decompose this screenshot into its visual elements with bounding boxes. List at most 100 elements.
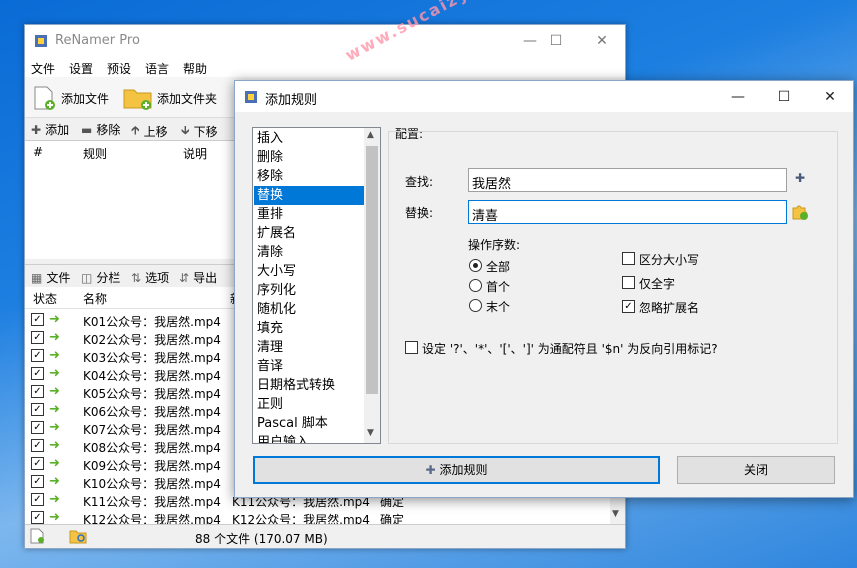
rules-col-num[interactable]: #	[33, 145, 43, 159]
file-checkbox[interactable]: ✓	[31, 475, 44, 488]
file-checkbox[interactable]: ✓	[31, 367, 44, 380]
add-rule-toolbar-button[interactable]: ✚ 添加	[31, 121, 69, 138]
rename-arrow-icon: ➜	[49, 456, 60, 471]
rule-list-item[interactable]: 扩展名	[254, 224, 365, 243]
rules-table[interactable]: # 规则 说明	[25, 140, 235, 259]
dialog-minimize-button[interactable]: —	[715, 81, 761, 113]
wildcards-checkbox[interactable]	[405, 341, 418, 354]
rules-col-rule[interactable]: 规则	[83, 145, 107, 162]
rule-list-item[interactable]: 清除	[254, 243, 365, 262]
rule-list-item[interactable]: 用户输入	[254, 433, 365, 443]
menu-language[interactable]: 语言	[145, 60, 169, 77]
menu-settings[interactable]: 设置	[69, 60, 93, 77]
new-file-icon[interactable]	[29, 528, 45, 544]
files-col-state[interactable]: 状态	[33, 290, 57, 307]
add-folders-button[interactable]: 添加文件夹	[123, 85, 217, 111]
file-name: K08公众号：我居然.mp4	[83, 441, 221, 455]
occurrence-first-label[interactable]: 首个	[486, 278, 510, 295]
file-checkbox[interactable]: ✓	[31, 493, 44, 506]
rule-list-item[interactable]: 大小写	[254, 262, 365, 281]
minus-icon: ▬	[81, 122, 93, 137]
files-menu-button[interactable]: ▦ 文件	[31, 269, 70, 286]
rule-list-item[interactable]: 替换	[254, 186, 365, 205]
arrow-down-icon: 🡳	[181, 123, 190, 137]
files-col-name[interactable]: 名称	[83, 290, 107, 307]
preview-folder-icon[interactable]	[69, 528, 87, 544]
find-label: 查找:	[405, 175, 434, 189]
file-checkbox[interactable]: ✓	[31, 385, 44, 398]
menu-presets[interactable]: 预设	[107, 60, 131, 77]
occurrence-last-radio[interactable]	[469, 299, 482, 312]
replace-input[interactable]: 清喜	[468, 200, 787, 224]
rule-list-item[interactable]: 填充	[254, 319, 365, 338]
scroll-up-icon[interactable]: ▲	[367, 130, 374, 140]
file-checkbox[interactable]: ✓	[31, 439, 44, 452]
close-window-button[interactable]: ✕	[579, 25, 625, 57]
file-name: K02公众号：我居然.mp4	[83, 333, 221, 347]
whole-words-label[interactable]: 仅全字	[639, 275, 675, 292]
options-menu-button[interactable]: ⇅ 选项	[131, 269, 169, 286]
occurrence-all-radio[interactable]	[469, 259, 482, 272]
rule-type-list[interactable]: 用户输入 Pascal 脚本 正则 日期格式转换 音译 清理 填充 随机化 序列化 大小写 清除 扩展…	[252, 127, 381, 444]
file-name: K09公众号：我居然.mp4	[83, 459, 221, 473]
find-input[interactable]: 我居然	[468, 168, 787, 192]
file-checkbox[interactable]: ✓	[31, 403, 44, 416]
rule-list-item[interactable]: 正则	[254, 395, 365, 414]
scroll-down-icon[interactable]: ▼	[367, 428, 374, 438]
insert-meta-tag-puzzle-icon[interactable]	[791, 203, 809, 221]
occurrence-first-radio[interactable]	[469, 279, 482, 292]
rule-list-scrollbar[interactable]: ▲ ▼	[364, 128, 380, 443]
move-down-button[interactable]: 🡳 下移	[181, 121, 218, 142]
file-checkbox[interactable]: ✓	[31, 349, 44, 362]
file-row[interactable]: ✓ ➜ K12公众号：我居然.mp4 K12公众号：我居然.mp4 确定	[25, 509, 610, 524]
rules-col-desc[interactable]: 说明	[183, 145, 207, 162]
add-folder-icon	[123, 89, 152, 110]
rule-list-item[interactable]: 音译	[254, 357, 365, 376]
rule-list-item[interactable]: 序列化	[254, 281, 365, 300]
rule-list-item[interactable]: 清理	[254, 338, 365, 357]
remove-rule-button[interactable]: ▬ 移除	[81, 121, 120, 138]
rule-list-item[interactable]: 日期格式转换	[254, 376, 365, 395]
rule-list-item[interactable]: 插入	[254, 129, 365, 148]
add-files-button[interactable]: 添加文件	[31, 85, 109, 111]
menu-file[interactable]: 文件	[31, 60, 55, 77]
occurrences-label: 操作序数:	[468, 238, 521, 252]
dialog-title-bar: 添加规则 — ☐ ✕	[235, 81, 853, 112]
options-icon: ⇅	[131, 270, 142, 285]
rule-list-item[interactable]: Pascal 脚本	[254, 414, 365, 433]
insert-meta-tag-icon[interactable]: ✚	[795, 171, 805, 185]
move-up-button[interactable]: 🡱 上移	[131, 121, 168, 142]
occurrence-all-label[interactable]: 全部	[486, 258, 510, 275]
case-sensitive-label[interactable]: 区分大小写	[639, 251, 699, 268]
maximize-button[interactable]: ☐	[533, 25, 579, 57]
whole-words-checkbox[interactable]	[622, 276, 635, 289]
add-rule-button[interactable]: ✚ 添加规则	[253, 456, 660, 484]
file-checkbox[interactable]: ✓	[31, 331, 44, 344]
file-name: K05公众号：我居然.mp4	[83, 387, 221, 401]
columns-menu-button[interactable]: ◫ 分栏	[81, 269, 120, 286]
rule-list-item[interactable]: 重排	[254, 205, 365, 224]
file-checkbox[interactable]: ✓	[31, 457, 44, 470]
menu-help[interactable]: 帮助	[183, 60, 207, 77]
rename-arrow-icon: ➜	[49, 330, 60, 345]
wildcards-label[interactable]: 设定 '?'、'*'、'['、']' 为通配符且 '$n' 为反向引用标记?	[422, 340, 718, 357]
close-button[interactable]: 关闭	[677, 456, 835, 484]
rule-list-item[interactable]: 删除	[254, 148, 365, 167]
add-file-icon	[34, 86, 55, 110]
file-checkbox[interactable]: ✓	[31, 511, 44, 524]
case-sensitive-checkbox[interactable]	[622, 252, 635, 265]
occurrence-last-label[interactable]: 末个	[486, 298, 510, 315]
rule-list-item[interactable]: 移除	[254, 167, 365, 186]
file-checkbox[interactable]: ✓	[31, 313, 44, 326]
dialog-maximize-button[interactable]: ☐	[761, 81, 807, 113]
file-name: K04公众号：我居然.mp4	[83, 369, 221, 383]
rule-list-scroll-thumb[interactable]	[366, 146, 378, 394]
rename-arrow-icon: ➜	[49, 492, 60, 507]
file-checkbox[interactable]: ✓	[31, 421, 44, 434]
scroll-down-icon[interactable]: ▼	[612, 509, 619, 519]
rule-list-item[interactable]: 随机化	[254, 300, 365, 319]
export-menu-button[interactable]: ⇵ 导出	[179, 269, 217, 286]
skip-extension-checkbox[interactable]: ✓	[622, 300, 635, 313]
skip-extension-label[interactable]: 忽略扩展名	[639, 299, 699, 316]
dialog-close-x-button[interactable]: ✕	[807, 81, 853, 113]
